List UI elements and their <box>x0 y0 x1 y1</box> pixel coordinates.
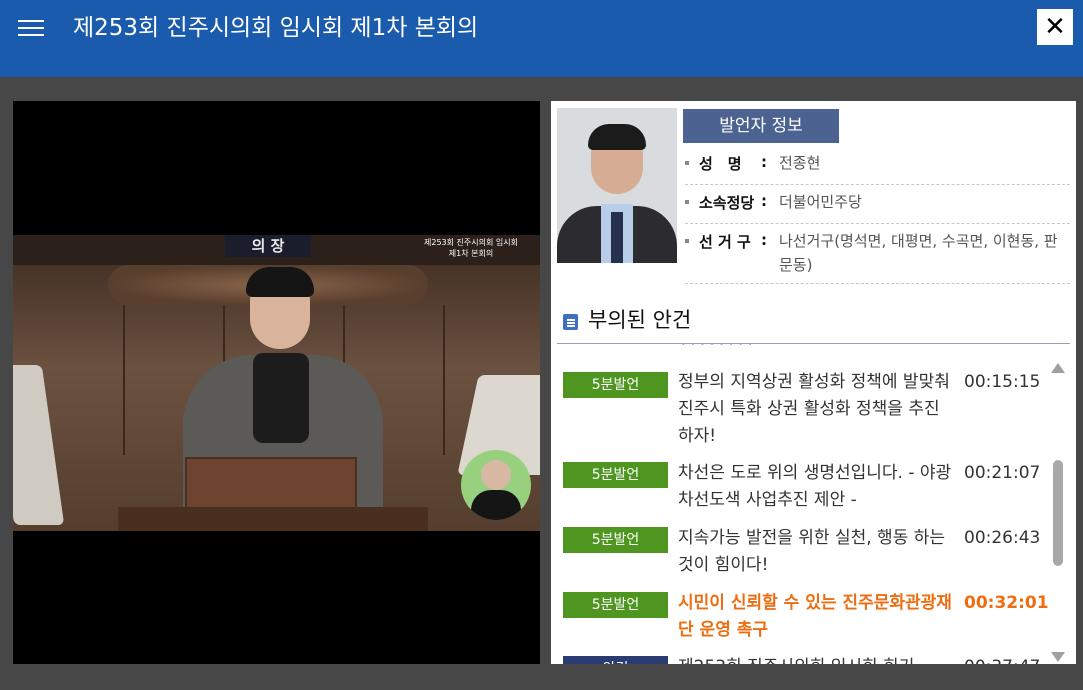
speaker-party-label: 소속정당 <box>699 194 755 212</box>
agenda-badge: 5분발언 <box>563 527 668 553</box>
speaker-party-value: 더불어민주당 <box>779 193 862 211</box>
agenda-time: 00:15:15 <box>964 372 1041 392</box>
hamburger-menu-icon[interactable] <box>18 17 44 39</box>
speaker-district-label: 선 거 구 <box>699 233 751 251</box>
agenda-text: 제253회 진주시의회 임시회 회기 <box>678 654 953 664</box>
scroll-up-arrow-icon[interactable] <box>1051 363 1065 373</box>
scroll-down-arrow-icon[interactable] <box>1051 652 1065 662</box>
speaker-info-heading: 발언자 정보 <box>683 109 839 143</box>
agenda-scrollbar[interactable] <box>1050 356 1066 664</box>
agenda-time: 00:26:43 <box>964 528 1041 548</box>
top-bar: 제253회 진주시의회 임시회 제1차 본회의 ✕ <box>0 0 1083 77</box>
agenda-item[interactable]: 5분발언 정부의 지역상권 활성화 정책에 발맞춰 진주시 특화 상권 활성화 … <box>551 369 1048 454</box>
agenda-badge: 5분발언 <box>563 592 668 618</box>
document-icon <box>563 314 578 330</box>
speaker-name-row: 성 명 : 전종현 <box>685 153 1070 185</box>
agenda-item[interactable]: 안건 제253회 진주시의회 임시회 회기 00:37:47 <box>551 654 1048 664</box>
sign-language-interpreter <box>461 450 531 520</box>
agenda-badge: 5분발언 <box>563 462 668 488</box>
speaker-name-value: 전종현 <box>779 154 821 172</box>
video-caption-line1: 제253회 진주시의회 임시회 <box>424 238 518 247</box>
lectern <box>185 457 357 509</box>
agenda-list[interactable]: · · · · · · · · 5분발언 정부의 지역상권 활성화 정책에 발맞… <box>551 344 1048 664</box>
speaker-name-label: 성 명 <box>699 155 742 173</box>
previous-item-fragment: · · · · · · · · <box>681 344 981 350</box>
agenda-item-active[interactable]: 5분발언 시민이 신뢰할 수 있는 진주문화관광재단 운영 촉구 00:32:0… <box>551 590 1048 648</box>
scroll-thumb[interactable] <box>1053 460 1063 566</box>
chair-left <box>13 365 65 525</box>
video-caption-line2: 제1차 본회의 <box>448 249 494 258</box>
video-frame: 의 장 제253회 진주시의회 임시회 제1차 본회의 <box>13 235 540 531</box>
agenda-item[interactable]: 5분발언 지속가능 발전을 위한 실천, 행동 하는 것이 힘이다! 00:26… <box>551 525 1048 583</box>
agenda-text: 차선은 도로 위의 생명선입니다. - 야광 차선도색 사업추진 제안 - <box>678 463 952 510</box>
agenda-text: 시민이 신뢰할 수 있는 진주문화관광재단 운영 촉구 <box>678 593 952 640</box>
speaker-photo <box>557 108 677 263</box>
agenda-badge: 5분발언 <box>563 372 668 398</box>
agenda-time: 00:32:01 <box>964 593 1048 613</box>
speaker-party-row: 소속정당 : 더불어민주당 <box>685 192 1070 224</box>
speaker-district-value: 나선거구(명석면, 대평면, 수곡면, 이현동, 판문동) <box>779 232 1058 274</box>
side-panel: 발언자 정보 성 명 : 전종현 소속정당 : 더불어민주당 선 거 구 : 나… <box>551 101 1076 664</box>
speaker-district-row: 선 거 구 : 나선거구(명석면, 대평면, 수곡면, 이현동, 판문동) <box>685 231 1070 284</box>
page-title: 제253회 진주시의회 임시회 제1차 본회의 <box>73 15 479 41</box>
close-button[interactable]: ✕ <box>1037 9 1073 45</box>
agenda-item[interactable]: 5분발언 차선은 도로 위의 생명선입니다. - 야광 차선도색 사업추진 제안… <box>551 460 1048 518</box>
agenda-text: 정부의 지역상권 활성화 정책에 발맞춰 진주시 특화 상권 활성화 정책을 추… <box>678 372 950 446</box>
agenda-time: 00:37:47 <box>964 654 1040 664</box>
agenda-time: 00:21:07 <box>964 463 1041 483</box>
agenda-title: 부의된 안건 <box>588 308 692 332</box>
video-player[interactable]: 의 장 제253회 진주시의회 임시회 제1차 본회의 <box>13 101 540 664</box>
agenda-badge: 안건 <box>563 656 668 664</box>
video-caption: 제253회 진주시의회 임시회 제1차 본회의 <box>417 237 525 259</box>
chair-nameplate: 의 장 <box>225 235 311 257</box>
agenda-text: 지속가능 발전을 위한 실천, 행동 하는 것이 힘이다! <box>678 528 946 575</box>
